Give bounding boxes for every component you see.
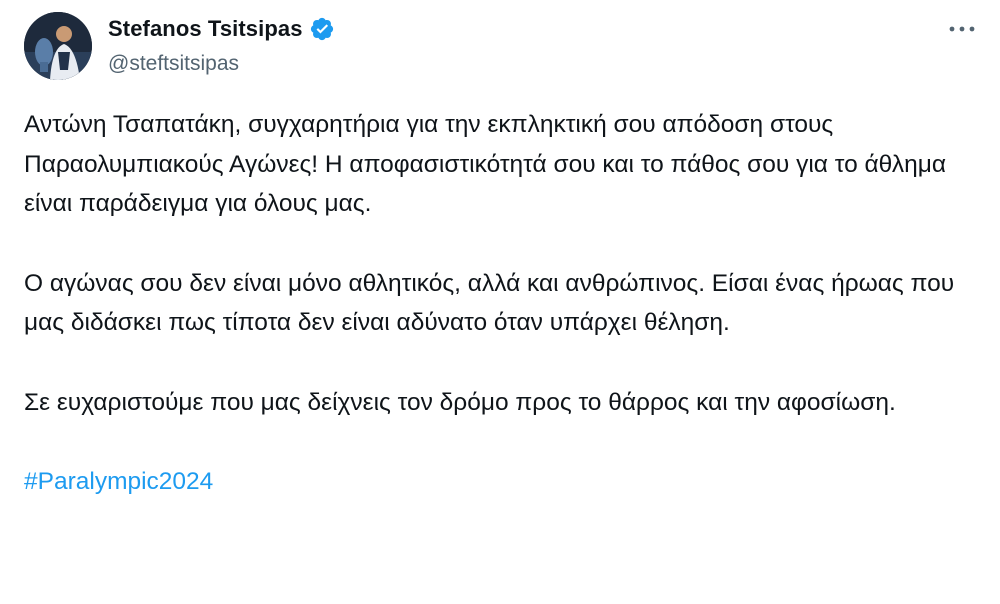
tweet-paragraph-1: Αντώνη Τσαπατάκη, συγχαρητήρια για την ε… [24, 111, 946, 217]
more-options-icon[interactable] [944, 14, 980, 44]
tweet-card: Stefanos Tsitsipas @steftsitsipas Αντώνη… [0, 0, 1000, 604]
hashtag-line: #Paralympic2024 [24, 462, 984, 502]
verified-badge-icon[interactable] [309, 16, 335, 42]
tweet-paragraph-3: Σε ευχαριστούμε που μας δείχνεις τον δρό… [24, 388, 896, 416]
tweet-paragraph-2: Ο αγώνας σου δεν είναι μόνο αθλητικός, α… [24, 269, 955, 337]
hashtag-link[interactable]: #Paralympic2024 [24, 468, 213, 495]
author-name-row: Stefanos Tsitsipas [108, 14, 335, 44]
author-avatar[interactable] [24, 12, 92, 80]
author-display-name[interactable]: Stefanos Tsitsipas [108, 16, 303, 42]
tweet-text: Αντώνη Τσαπατάκη, συγχαρητήρια για την ε… [24, 105, 984, 502]
author-handle[interactable]: @steftsitsipas [108, 52, 335, 76]
author-block: Stefanos Tsitsipas @steftsitsipas [108, 14, 335, 76]
